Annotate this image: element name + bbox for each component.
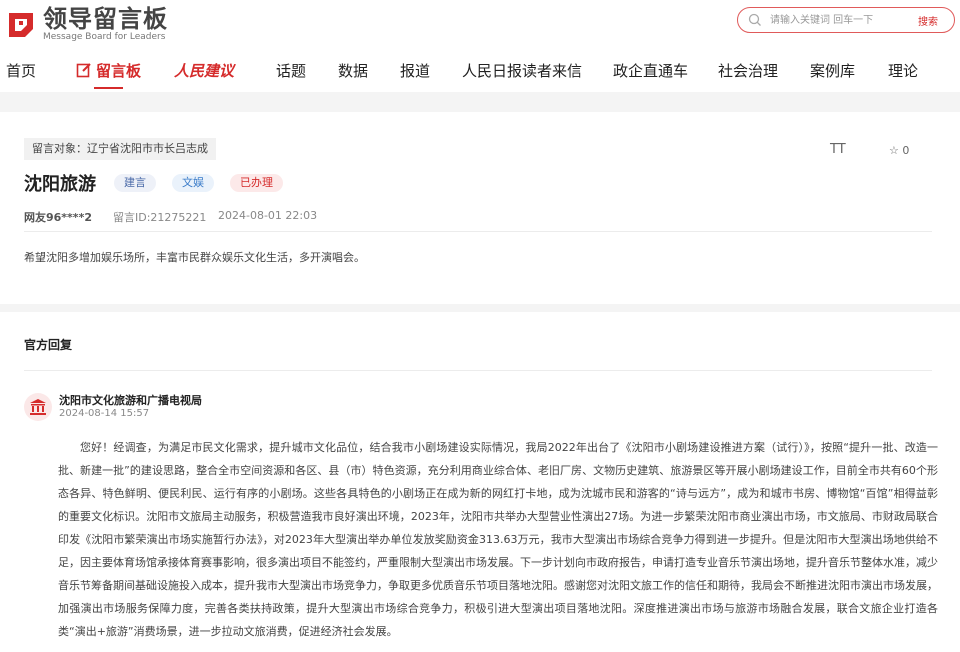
message-author: 网友96****2 <box>24 211 92 224</box>
site-logo[interactable]: 领导留言板 Message Board for Leaders <box>6 7 168 43</box>
favorite-star-icon[interactable]: ☆ 0 <box>889 144 909 157</box>
divider <box>24 231 932 232</box>
search-input[interactable] <box>768 13 912 27</box>
government-building-icon <box>24 393 52 421</box>
message-id: 留言ID:21275221 <box>113 211 207 224</box>
main-nav: 首页 留言板 人民建议 话题 数据 报道 人民日报读者来信 政企直通车 社会治理… <box>0 60 960 92</box>
search-icon <box>748 13 761 26</box>
search-box: 搜索 <box>737 7 955 33</box>
official-reply-card: 官方回复 沈阳市文化旅游和广播电视局 2024-08-14 15:57 您好！经… <box>0 312 960 652</box>
logo-title: 领导留言板 <box>43 5 168 33</box>
reply-heading: 官方回复 <box>24 338 73 352</box>
nav-item-data[interactable]: 数据 <box>338 60 368 81</box>
nav-item-reader-letters[interactable]: 人民日报读者来信 <box>462 60 582 81</box>
message-title: 沈阳旅游 <box>24 174 96 195</box>
nav-item-message-board[interactable]: 留言板 <box>76 60 142 89</box>
nav-item-reports[interactable]: 报道 <box>400 60 430 81</box>
message-time: 2024-08-01 22:03 <box>218 209 318 222</box>
logo-subtitle: Message Board for Leaders <box>43 32 166 42</box>
nav-item-home[interactable]: 首页 <box>6 60 36 81</box>
nav-item-topics[interactable]: 话题 <box>276 60 306 81</box>
message-content: 希望沈阳多增加娱乐场所，丰富市民群众娱乐文化生活，多开演唱会。 <box>24 251 365 264</box>
divider <box>24 370 932 371</box>
font-size-icon[interactable]: TT <box>830 142 846 157</box>
message-target: 留言对象：辽宁省沈阳市市长吕志成 <box>24 138 216 160</box>
reply-department: 沈阳市文化旅游和广播电视局 <box>59 394 202 407</box>
message-card: 留言对象：辽宁省沈阳市市长吕志成 沈阳旅游 建言 文娱 已办理 网友96****… <box>0 112 960 304</box>
reply-body: 您好！经调查，为满足市民文化需求，提升城市文化品位，结合我市小剧场建设实际情况，… <box>58 441 938 638</box>
site-header: 领导留言板 Message Board for Leaders 搜索 首页 留言… <box>0 0 960 92</box>
reply-date: 2024-08-14 15:57 <box>59 408 150 419</box>
nav-item-cases[interactable]: 案例库 <box>810 60 855 81</box>
status-badge: 已办理 <box>230 174 283 192</box>
nav-item-people-suggestion[interactable]: 人民建议 <box>174 60 234 81</box>
logo-mark-icon <box>6 10 36 40</box>
search-button[interactable]: 搜索 <box>918 13 938 28</box>
edit-icon <box>76 63 91 78</box>
nav-item-theory[interactable]: 理论 <box>888 60 918 81</box>
tag-suggestion[interactable]: 建言 <box>114 174 156 192</box>
nav-item-governance[interactable]: 社会治理 <box>718 60 778 81</box>
nav-item-enterprise[interactable]: 政企直通车 <box>613 60 688 81</box>
nav-item-label: 留言板 <box>96 62 142 80</box>
tag-entertainment[interactable]: 文娱 <box>172 174 214 192</box>
